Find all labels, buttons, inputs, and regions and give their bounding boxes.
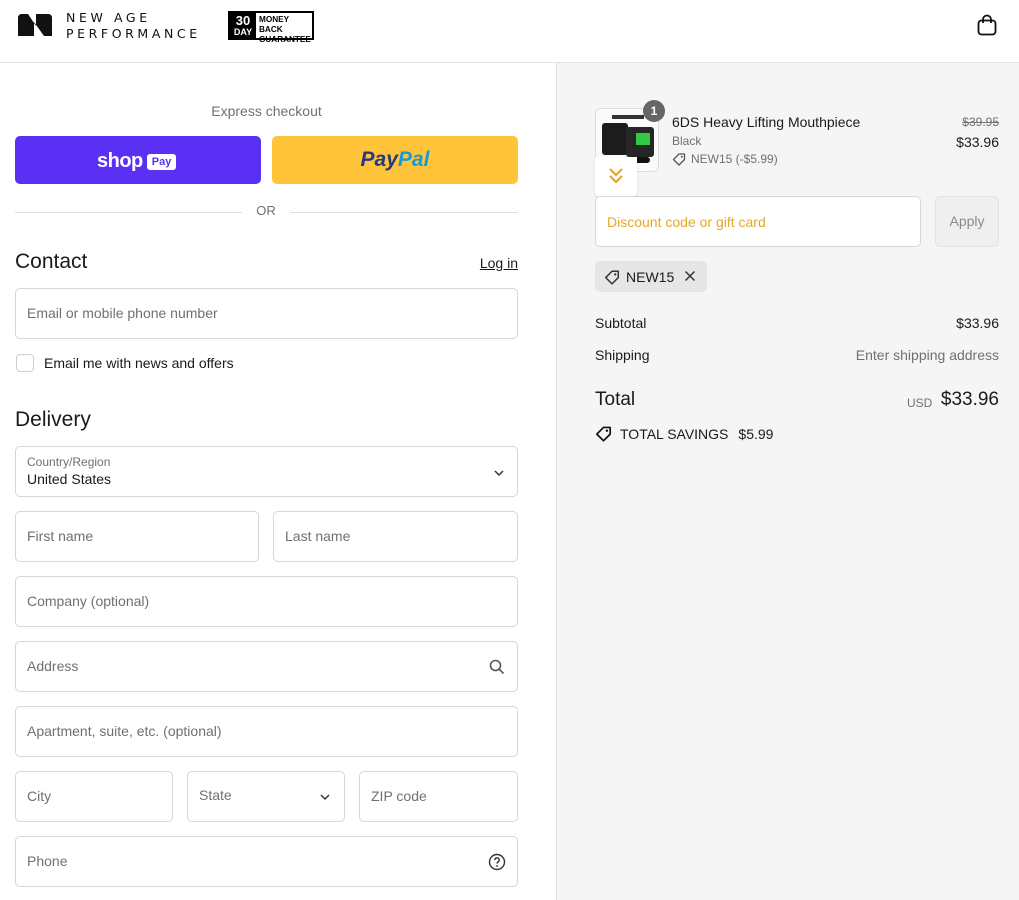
product-name: 6DS Heavy Lifting Mouthpiece bbox=[672, 114, 861, 130]
brand-line-1: NEW AGE bbox=[66, 10, 151, 25]
newsletter-label[interactable]: Email me with news and offers bbox=[44, 355, 234, 371]
badge-line-2: GUARANTEE bbox=[259, 35, 311, 44]
total-savings-label: TOTAL SAVINGS bbox=[620, 425, 729, 442]
login-link[interactable]: Log in bbox=[460, 255, 518, 271]
country-value: United States bbox=[27, 471, 112, 487]
zip-placeholder: ZIP code bbox=[371, 788, 427, 804]
badge-day: DAY bbox=[233, 27, 253, 37]
email-field[interactable]: Email or mobile phone number bbox=[15, 288, 518, 339]
state-placeholder: State bbox=[199, 787, 232, 803]
applied-discount-code: NEW15 bbox=[626, 268, 675, 285]
express-checkout-title: Express checkout bbox=[211, 103, 322, 119]
product-discount-text: NEW15 (-$5.99) bbox=[691, 152, 778, 166]
first-name-placeholder: First name bbox=[27, 528, 94, 544]
tag-icon bbox=[595, 426, 612, 442]
address-placeholder: Address bbox=[27, 658, 79, 674]
total-label: Total bbox=[595, 389, 636, 410]
shop-pay-logo: shop Pay bbox=[97, 150, 177, 173]
total-savings-value: $5.99 bbox=[738, 425, 774, 442]
tag-icon bbox=[604, 270, 620, 285]
total-savings: TOTAL SAVINGS $5.99 bbox=[595, 425, 773, 442]
product-variant: Black bbox=[672, 134, 702, 148]
tag-icon bbox=[672, 153, 686, 166]
chevron-down-icon bbox=[494, 470, 504, 477]
first-name-field[interactable]: First name bbox=[15, 511, 259, 562]
shop-pay-button[interactable]: shop Pay bbox=[15, 136, 261, 184]
address-field[interactable]: Address bbox=[15, 641, 518, 692]
phone-placeholder: Phone bbox=[27, 853, 68, 869]
shipping-label: Shipping bbox=[595, 347, 650, 363]
company-field[interactable]: Company (optional) bbox=[15, 576, 518, 627]
subtotal-value: $33.96 bbox=[956, 315, 999, 331]
badge-text: MONEY BACK GUARANTEE bbox=[256, 13, 312, 44]
discount-code-placeholder: Discount code or gift card bbox=[607, 214, 766, 230]
badge-number-block: 30 DAY bbox=[230, 13, 256, 38]
brand-logo-icon[interactable] bbox=[16, 12, 54, 38]
shopping-bag-icon[interactable] bbox=[976, 14, 998, 36]
delivery-heading: Delivery bbox=[15, 408, 91, 431]
chevron-down-icon bbox=[320, 794, 330, 801]
header: NEW AGE PERFORMANCE 30 DAY MONEY BACK GU… bbox=[0, 0, 1019, 63]
brand-name[interactable]: NEW AGE PERFORMANCE bbox=[66, 10, 201, 42]
country-select[interactable]: Country/Region United States bbox=[15, 446, 518, 497]
phone-field[interactable]: Phone bbox=[15, 836, 518, 887]
paypal-word-2: Pal bbox=[397, 148, 430, 171]
shop-word: shop bbox=[97, 150, 143, 172]
paypal-logo: PayPal bbox=[272, 148, 518, 172]
total-value: $33.96 bbox=[940, 389, 999, 410]
contact-heading: Contact bbox=[15, 250, 88, 273]
shipping-value: Enter shipping address bbox=[855, 347, 999, 363]
city-placeholder: City bbox=[27, 788, 52, 804]
company-placeholder: Company (optional) bbox=[27, 593, 150, 609]
city-field[interactable]: City bbox=[15, 771, 173, 822]
close-icon[interactable] bbox=[683, 269, 697, 283]
quantity-badge: 1 bbox=[643, 100, 665, 122]
brand-line-2: PERFORMANCE bbox=[66, 26, 201, 41]
shop-pay-tag: Pay bbox=[146, 153, 177, 170]
newsletter-checkbox[interactable] bbox=[16, 354, 34, 372]
last-name-placeholder: Last name bbox=[285, 528, 351, 544]
divider-left bbox=[15, 212, 242, 213]
double-chevron-down-icon bbox=[609, 168, 623, 184]
email-placeholder: Email or mobile phone number bbox=[27, 305, 218, 321]
badge-line-1: MONEY BACK bbox=[259, 15, 289, 34]
checkout-form: Express checkout shop Pay PayPal OR Cont… bbox=[0, 63, 557, 900]
country-label: Country/Region bbox=[27, 455, 111, 469]
help-icon[interactable] bbox=[488, 853, 506, 871]
product-price-original: $39.95 bbox=[962, 115, 999, 129]
apply-discount-button[interactable]: Apply bbox=[935, 196, 999, 247]
paypal-word-1: Pay bbox=[360, 148, 398, 171]
discount-code-field[interactable]: Discount code or gift card bbox=[595, 196, 921, 247]
money-back-badge: 30 DAY MONEY BACK GUARANTEE bbox=[228, 11, 314, 44]
search-icon[interactable] bbox=[488, 658, 506, 676]
apartment-field[interactable]: Apartment, suite, etc. (optional) bbox=[15, 706, 518, 757]
scroll-hint[interactable] bbox=[595, 157, 637, 197]
state-select[interactable]: State bbox=[187, 771, 345, 822]
order-summary: 1 6DS Heavy Lifting Mouthpiece Black NEW… bbox=[557, 63, 1019, 900]
badge-number: 30 bbox=[235, 13, 251, 28]
apartment-placeholder: Apartment, suite, etc. (optional) bbox=[27, 723, 222, 739]
last-name-field[interactable]: Last name bbox=[273, 511, 518, 562]
product-discount: NEW15 (-$5.99) bbox=[672, 152, 778, 166]
or-divider-label: OR bbox=[256, 203, 276, 218]
subtotal-label: Subtotal bbox=[595, 315, 647, 331]
product-price-final: $33.96 bbox=[956, 134, 999, 150]
zip-field[interactable]: ZIP code bbox=[359, 771, 518, 822]
applied-discount-chip: NEW15 bbox=[595, 261, 707, 292]
divider-right bbox=[290, 212, 518, 213]
paypal-button[interactable]: PayPal bbox=[272, 136, 518, 184]
